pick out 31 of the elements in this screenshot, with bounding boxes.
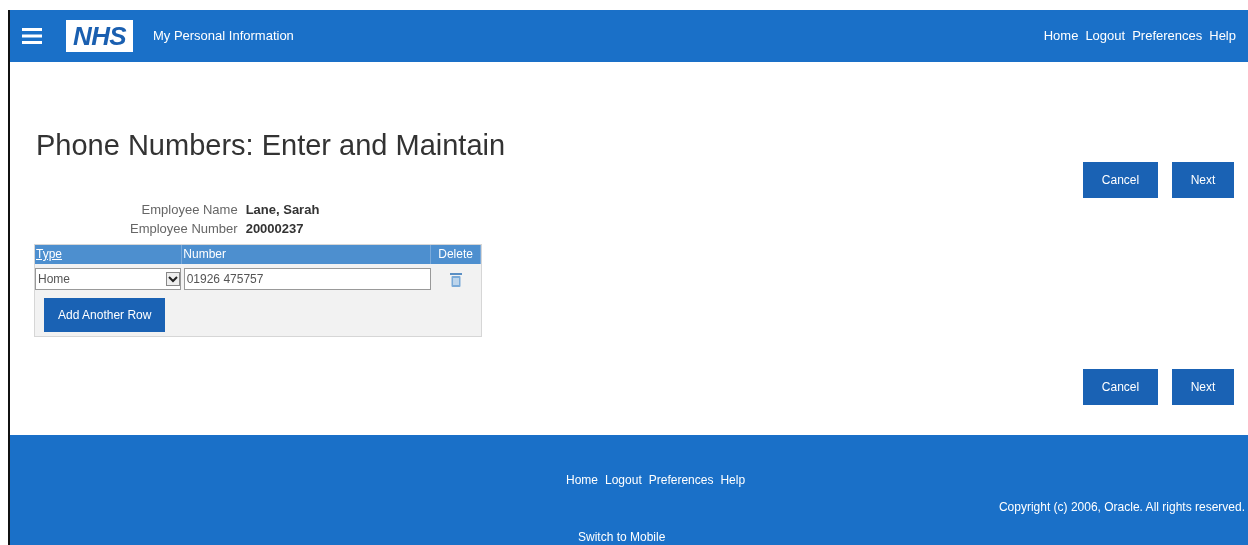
next-button[interactable]: Next [1172,369,1234,405]
trash-icon[interactable] [450,271,463,287]
switch-to-mobile-link[interactable]: Switch to Mobile [578,528,666,545]
field-label: Employee Number [130,220,238,238]
column-header-link[interactable]: Type [35,245,183,264]
type-dropdown[interactable]: Home [35,268,181,290]
column-header: Delete [431,245,481,264]
cancel-button[interactable]: Cancel [1083,369,1158,405]
logo: NHS [66,20,133,52]
add-row-button[interactable]: Add Another Row [44,298,166,332]
column-header: Number [182,245,432,264]
menu-icon[interactable] [22,27,42,45]
caret-icon [165,272,180,286]
app-title: My Personal Information [152,27,294,46]
next-button[interactable]: Next [1172,162,1234,198]
field-label: Employee Name [140,201,238,219]
nav-link[interactable]: Help [1209,26,1236,46]
field-value: Lane, Sarah [245,201,320,219]
nav-link[interactable]: Preferences [1132,26,1203,46]
copyright-text: Copyright (c) 2006, Oracle. All rights reserved. [998,499,1245,516]
nav-link[interactable]: Home [1043,26,1079,46]
field-value: 20000237 [245,220,305,238]
page-title: Phone Numbers: Enter and Maintain [36,128,506,163]
footer-link[interactable]: Help [720,471,746,489]
dropdown-value: Home [38,271,70,288]
footer-link[interactable]: Preferences [648,471,714,489]
footer-link[interactable]: Home [566,471,598,489]
nav-link[interactable]: Logout [1085,26,1126,46]
number-input[interactable]: 01926 475757 [183,268,432,290]
footer-link[interactable]: Logout [605,471,642,489]
cancel-button[interactable]: Cancel [1083,162,1158,198]
